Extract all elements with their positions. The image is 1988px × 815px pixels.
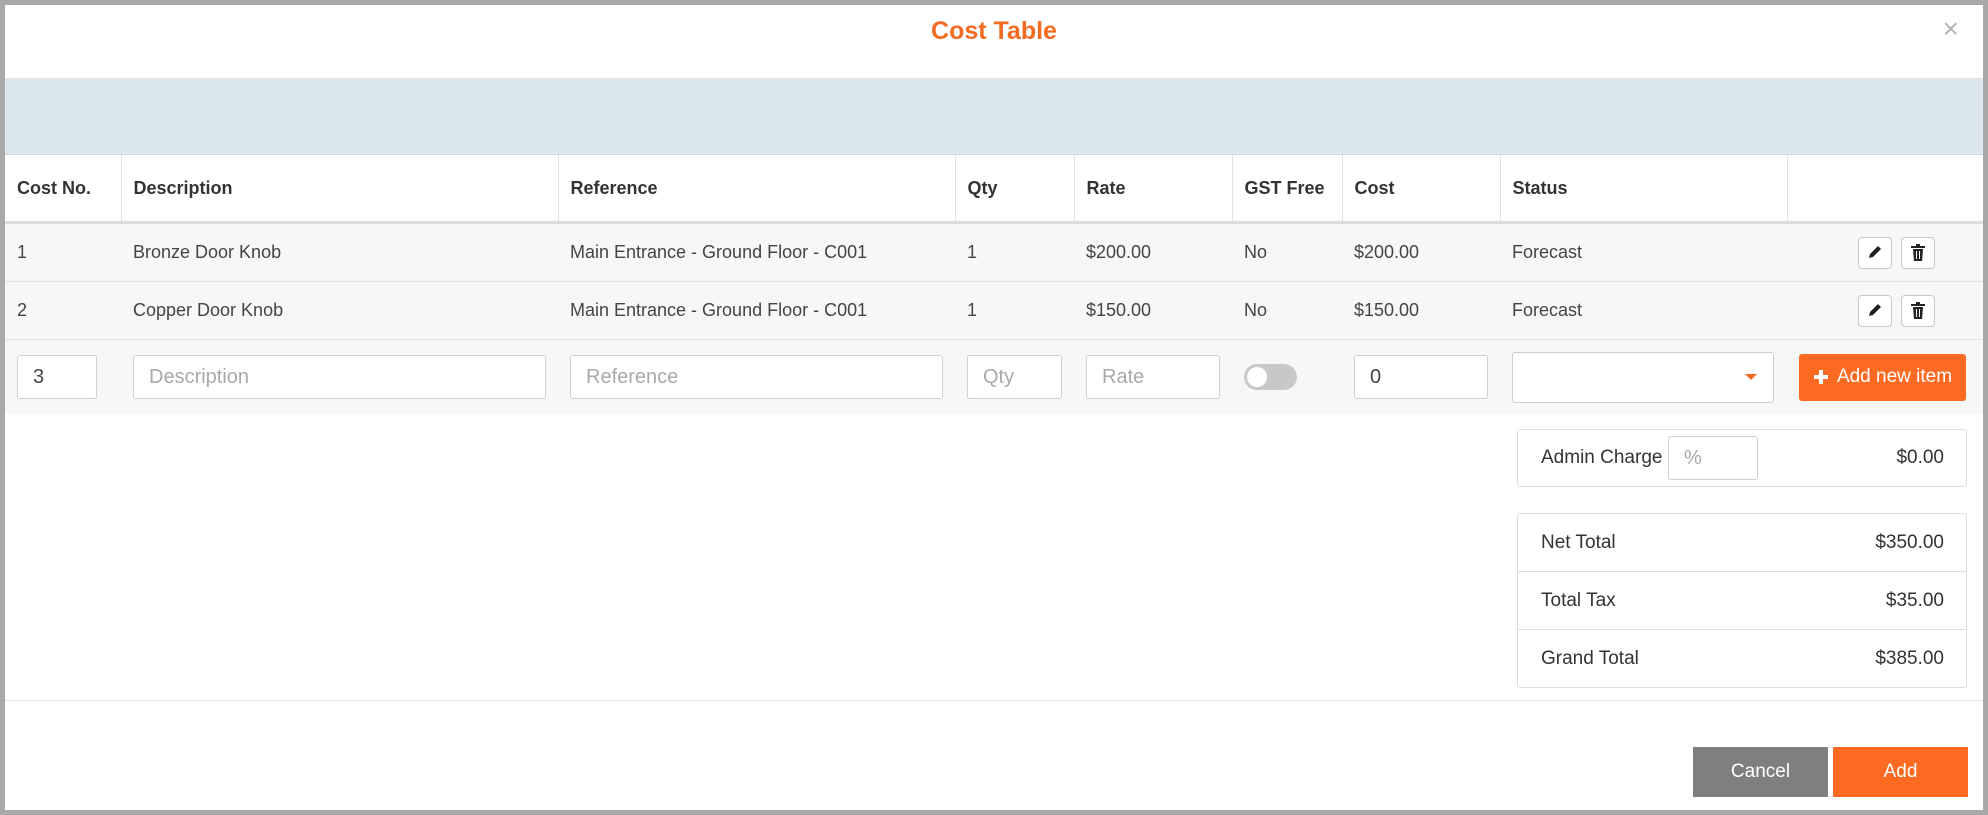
- grand-total-label: Grand Total: [1541, 648, 1639, 669]
- pencil-icon: [1868, 303, 1881, 316]
- trash-icon: [1911, 243, 1925, 261]
- header-qty: Qty: [955, 155, 1075, 224]
- trash-icon: [1911, 301, 1925, 319]
- pencil-icon: [1868, 245, 1881, 258]
- cell-cost: $150.00: [1342, 281, 1500, 340]
- cell-rate: $150.00: [1074, 281, 1232, 340]
- edit-button[interactable]: [1857, 294, 1892, 327]
- plus-icon: [1813, 370, 1828, 384]
- cell-actions: [1787, 222, 1983, 282]
- new-item-row: Add new item: [5, 339, 1983, 414]
- header-cost: Cost: [1342, 155, 1501, 224]
- edit-button[interactable]: [1857, 236, 1892, 269]
- info-band: [5, 79, 1983, 155]
- grand-total-row: Grand Total $385.00: [1518, 630, 1966, 687]
- admin-charge-value: $0.00: [1896, 447, 1944, 468]
- table-row: 1 Bronze Door Knob Main Entrance - Groun…: [5, 222, 1983, 282]
- modal-header: Cost Table ×: [5, 5, 1983, 79]
- add-new-item-label: Add new item: [1836, 366, 1953, 387]
- cost-table: Cost No. Description Reference Qty Rate …: [5, 155, 1983, 414]
- header-rate: Rate: [1074, 155, 1233, 224]
- cell-actions: [1787, 281, 1983, 340]
- cost-input[interactable]: [1354, 355, 1488, 399]
- header-description: Description: [121, 155, 559, 224]
- toggle-knob: [1247, 367, 1267, 387]
- cell-cost-no: 2: [5, 281, 121, 340]
- total-tax-value: $35.00: [1885, 590, 1944, 611]
- description-input[interactable]: [133, 355, 546, 399]
- table-row: 2 Copper Door Knob Main Entrance - Groun…: [5, 281, 1983, 340]
- header-cost-no: Cost No.: [5, 155, 122, 224]
- cell-gst-free: No: [1232, 281, 1342, 340]
- delete-button[interactable]: [1901, 294, 1935, 327]
- close-icon[interactable]: ×: [1943, 15, 1959, 43]
- cell-status: Forecast: [1500, 281, 1787, 340]
- cell-cost-no: 1: [5, 222, 121, 282]
- reference-input[interactable]: [570, 355, 943, 399]
- add-new-item-button[interactable]: Add new item: [1799, 353, 1966, 401]
- rate-input[interactable]: [1086, 355, 1220, 399]
- net-total-label: Net Total: [1541, 532, 1616, 553]
- header-actions: [1787, 155, 1983, 224]
- modal-title: Cost Table: [931, 17, 1057, 45]
- add-button[interactable]: Add: [1833, 747, 1968, 797]
- qty-input[interactable]: [967, 355, 1062, 399]
- totals-box: Net Total $350.00 Total Tax $35.00 Grand…: [1517, 513, 1967, 688]
- table-header-row: Cost No. Description Reference Qty Rate …: [5, 155, 1983, 224]
- delete-button[interactable]: [1901, 236, 1935, 269]
- footer-divider: [5, 700, 1983, 701]
- cell-status: Forecast: [1500, 222, 1787, 282]
- cell-rate: $200.00: [1074, 222, 1232, 282]
- net-total-row: Net Total $350.00: [1518, 514, 1966, 572]
- cell-cost: $200.00: [1342, 222, 1500, 282]
- cell-qty: 1: [955, 222, 1074, 282]
- total-tax-label: Total Tax: [1541, 590, 1616, 611]
- cell-gst-free: No: [1232, 222, 1342, 282]
- cell-description: Copper Door Knob: [121, 281, 558, 340]
- header-gst-free: GST Free: [1232, 155, 1343, 224]
- total-tax-row: Total Tax $35.00: [1518, 572, 1966, 630]
- admin-charge-box: Admin Charge $0.00: [1517, 429, 1967, 487]
- cost-table-modal: Cost Table × Cost No. Description Refere…: [0, 0, 1988, 815]
- cost-no-input[interactable]: [17, 355, 97, 399]
- gst-free-toggle[interactable]: [1244, 364, 1297, 390]
- cell-qty: 1: [955, 281, 1074, 340]
- caret-down-icon: [1745, 373, 1757, 380]
- cancel-button[interactable]: Cancel: [1693, 747, 1828, 797]
- cell-reference: Main Entrance - Ground Floor - C001: [558, 222, 955, 282]
- admin-charge-label: Admin Charge: [1541, 447, 1663, 468]
- header-status: Status: [1500, 155, 1788, 224]
- grand-total-value: $385.00: [1875, 648, 1944, 669]
- cell-reference: Main Entrance - Ground Floor - C001: [558, 281, 955, 340]
- header-reference: Reference: [558, 155, 956, 224]
- net-total-value: $350.00: [1875, 532, 1944, 553]
- cell-description: Bronze Door Knob: [121, 222, 558, 282]
- status-select[interactable]: [1512, 351, 1774, 403]
- admin-charge-input[interactable]: [1668, 436, 1758, 480]
